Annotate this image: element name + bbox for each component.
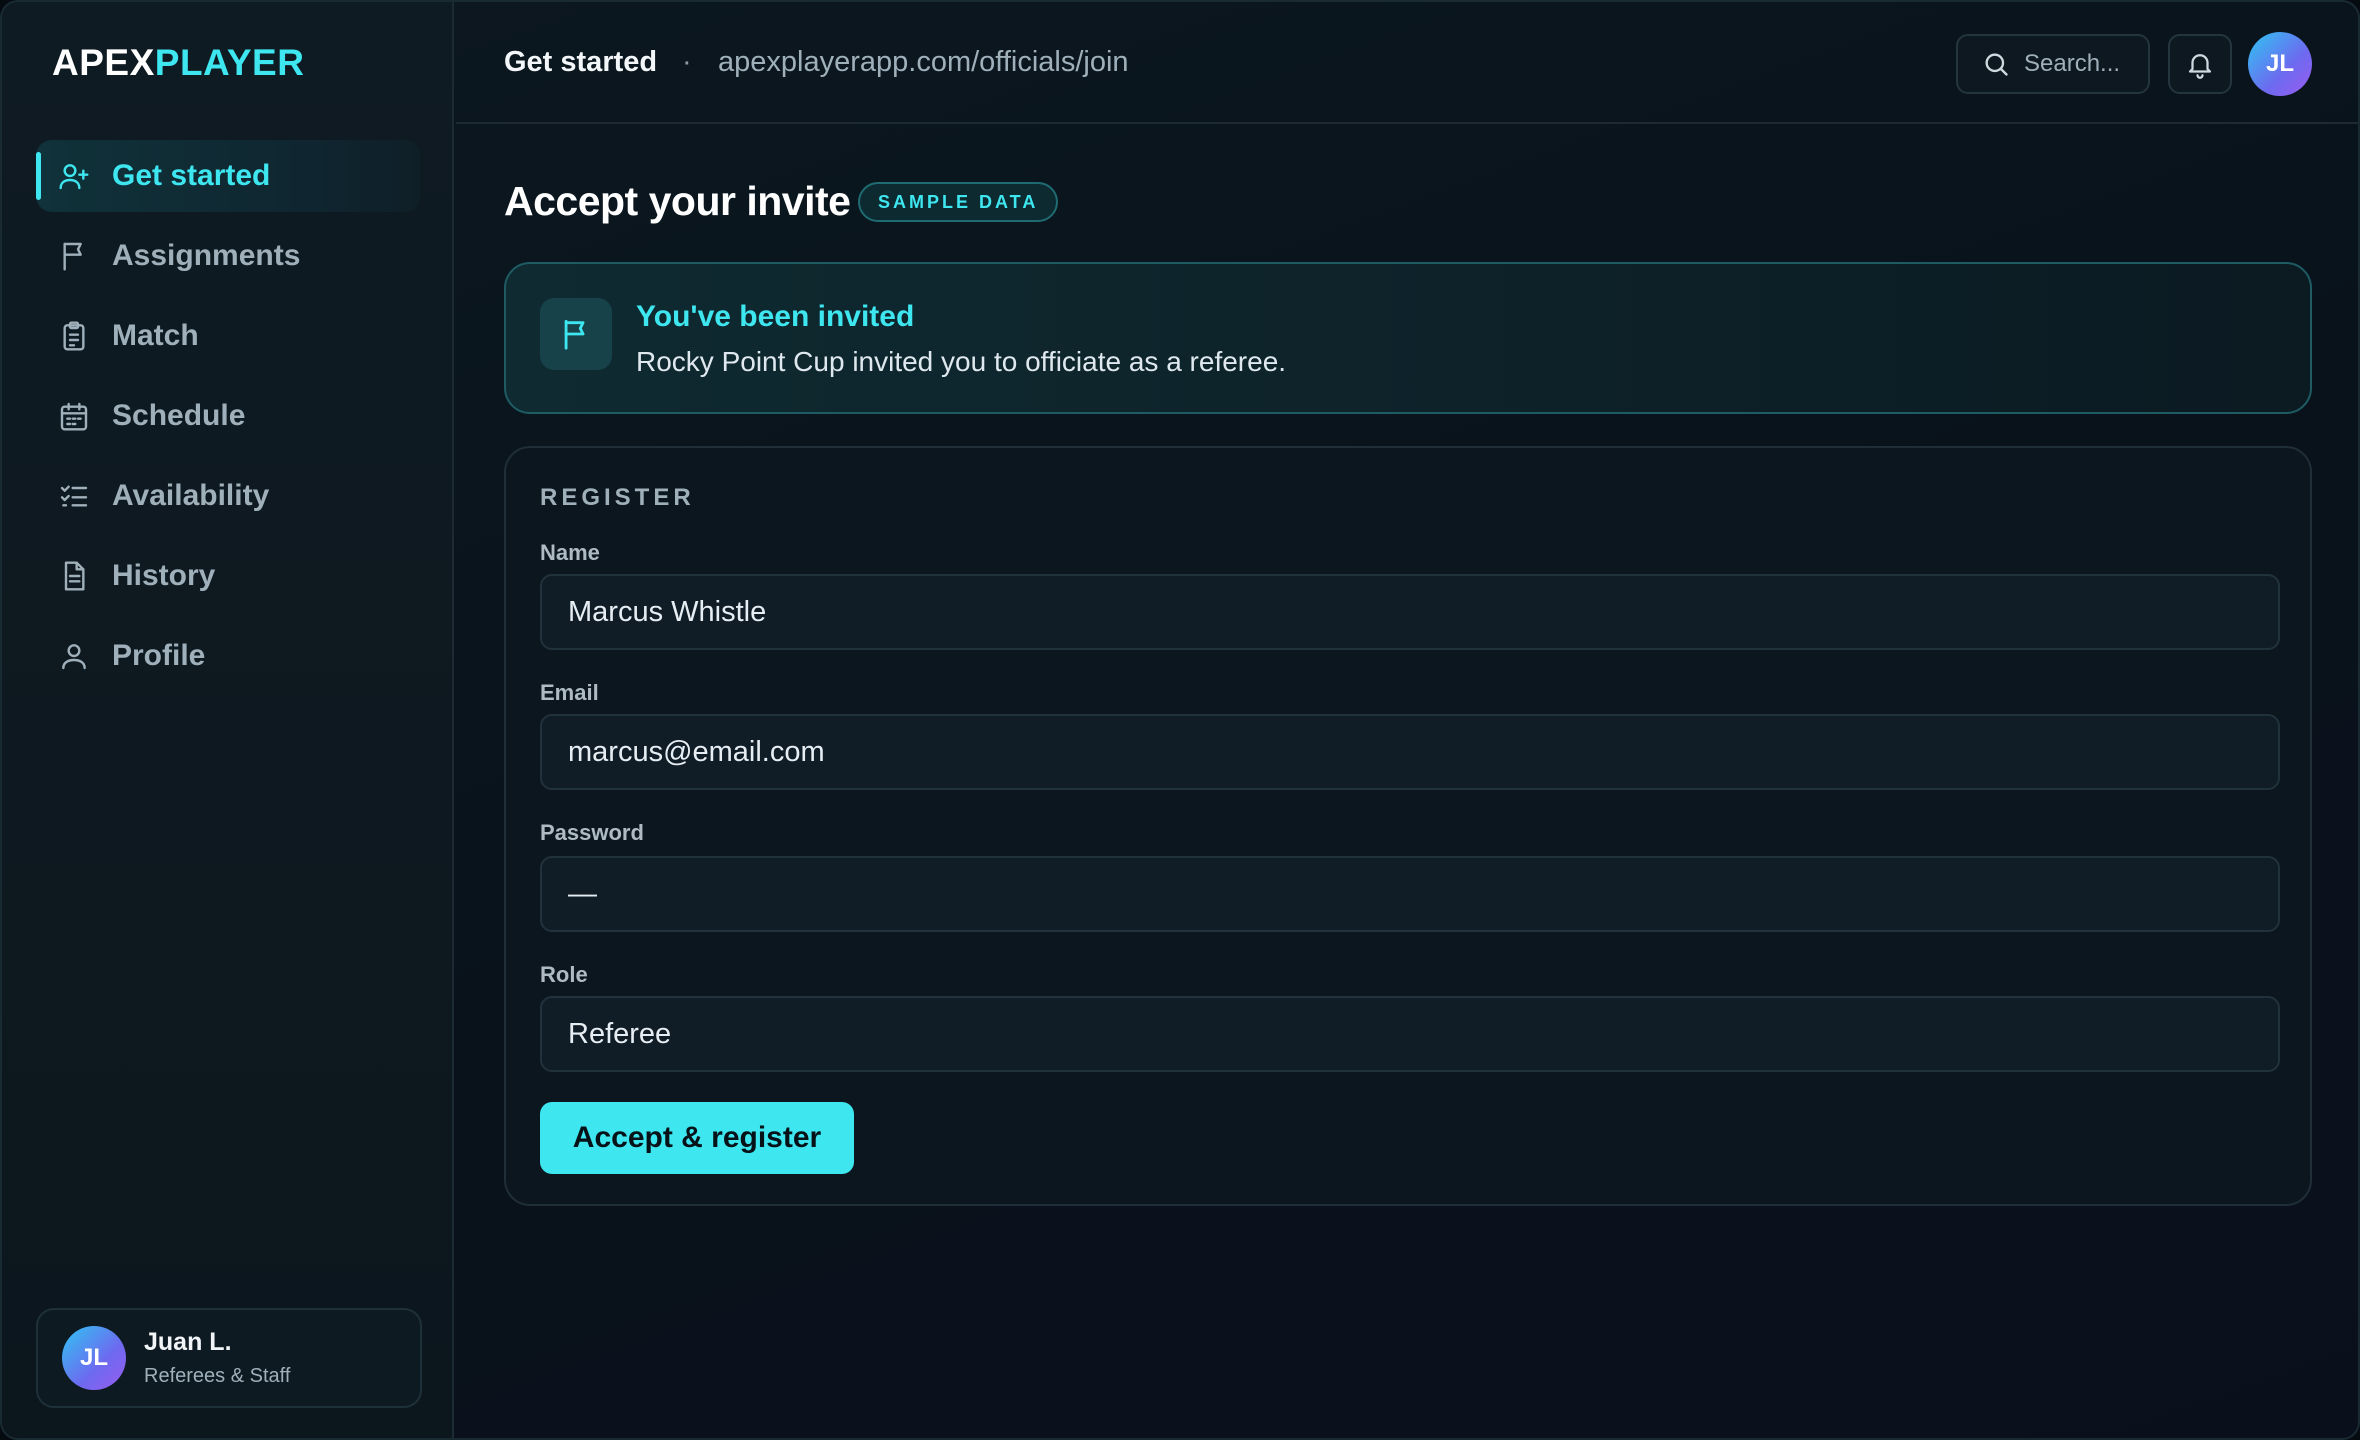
name-field[interactable]: Marcus Whistle	[540, 574, 2280, 650]
sidebar-item-label: Availability	[112, 479, 270, 512]
search-placeholder: Search...	[2024, 50, 2121, 77]
sidebar-item-label: Get started	[112, 159, 271, 192]
sidebar-item-schedule[interactable]: Schedule	[36, 380, 420, 452]
sidebar-item-availability[interactable]: Availability	[36, 460, 420, 532]
bell-icon	[2188, 54, 2212, 79]
search-input[interactable]: Search...	[1956, 34, 2150, 94]
invite-message: Rocky Point Cup invited you to officiate…	[636, 346, 1287, 377]
calendar-icon	[58, 400, 90, 432]
app-logo[interactable]: APEXPLAYER	[52, 42, 304, 84]
role-label: Role	[540, 962, 588, 987]
breadcrumb-title: Get started	[504, 46, 658, 78]
top-header: Get started · apexplayerapp.com/official…	[456, 2, 2358, 124]
flag-icon	[58, 240, 90, 272]
clipboard-icon	[58, 320, 90, 352]
user-info: Juan L. Referees & Staff	[144, 1328, 290, 1388]
sidebar-item-label: History	[112, 559, 216, 592]
register-form: REGISTER Name Marcus Whistle Email marcu…	[504, 446, 2312, 1206]
sidebar-item-match[interactable]: Match	[36, 300, 420, 372]
app-window: APEXPLAYER Get started Assignments Match	[0, 0, 2360, 1440]
sidebar-nav: Get started Assignments Match Schedule A…	[36, 140, 420, 700]
email-field[interactable]: marcus@email.com	[540, 714, 2280, 790]
user-icon	[58, 640, 90, 672]
sample-data-badge: SAMPLE DATA	[858, 182, 1059, 222]
name-label: Name	[540, 540, 600, 565]
password-field[interactable]: —	[540, 856, 2280, 932]
sidebar-item-label: Profile	[112, 639, 206, 672]
password-label: Password	[540, 820, 644, 845]
user-card[interactable]: JL Juan L. Referees & Staff	[36, 1308, 422, 1408]
sidebar-item-profile[interactable]: Profile	[36, 620, 420, 692]
logo-part-apex: APEX	[52, 42, 155, 83]
sidebar-item-assignments[interactable]: Assignments	[36, 220, 420, 292]
page-title: Accept your invite	[504, 178, 851, 224]
sidebar-item-get-started[interactable]: Get started	[36, 140, 420, 212]
notifications-button[interactable]	[2168, 34, 2232, 94]
sidebar-item-history[interactable]: History	[36, 540, 420, 612]
user-name: Juan L.	[144, 1328, 232, 1356]
search-icon	[1985, 53, 2008, 76]
sidebar-item-label: Schedule	[112, 399, 246, 432]
user-plus-icon	[58, 160, 90, 192]
sidebar: APEXPLAYER Get started Assignments Match	[2, 2, 454, 1438]
breadcrumb-separator: ·	[682, 46, 692, 78]
flag-icon	[540, 298, 612, 370]
header-avatar[interactable]: JL	[2248, 32, 2312, 96]
register-section-label: REGISTER	[540, 484, 695, 511]
sidebar-item-label: Match	[112, 319, 199, 352]
invite-title: You've been invited	[636, 300, 915, 333]
accept-register-button[interactable]: Accept & register	[540, 1102, 854, 1174]
invite-banner: You've been invited Rocky Point Cup invi…	[504, 262, 2312, 414]
breadcrumb-url: apexplayerapp.com/officials/join	[718, 46, 1129, 78]
checklist-icon	[58, 480, 90, 512]
email-label: Email	[540, 680, 599, 705]
avatar: JL	[62, 1326, 126, 1390]
user-role: Referees & Staff	[144, 1365, 291, 1387]
logo-part-player: PLAYER	[154, 42, 305, 83]
sidebar-item-label: Assignments	[112, 239, 301, 272]
role-field[interactable]: Referee	[540, 996, 2280, 1072]
document-icon	[58, 560, 90, 592]
